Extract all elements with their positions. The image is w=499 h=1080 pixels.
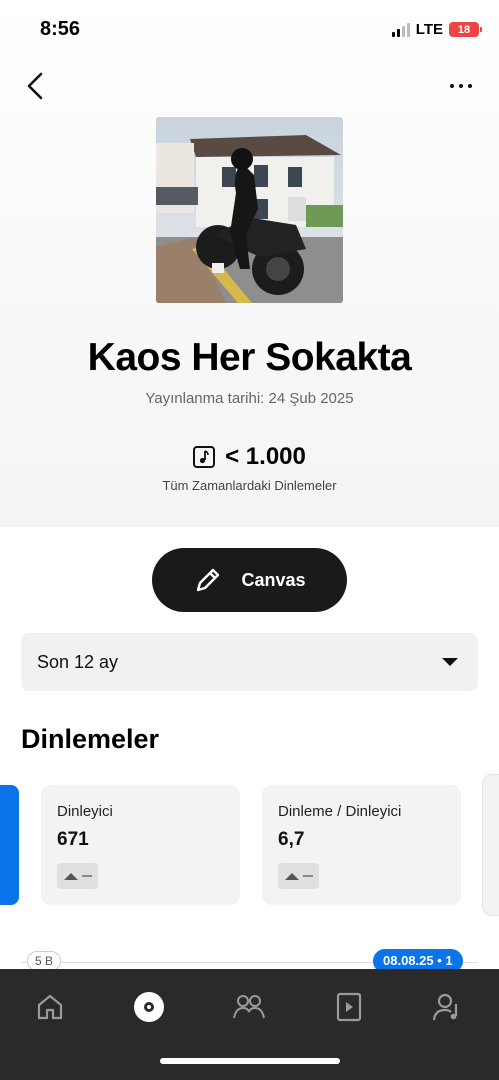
tab-music[interactable]	[129, 987, 169, 1027]
chart-y-label: 5 B	[27, 951, 62, 971]
more-horizontal-icon	[450, 84, 454, 88]
status-time: 8:56	[40, 18, 81, 40]
trend-badge	[57, 863, 98, 889]
track-title: Kaos Her Sokakta	[87, 336, 412, 379]
tab-audience[interactable]	[229, 987, 269, 1027]
network-type: LTE	[415, 21, 443, 38]
home-icon	[37, 994, 63, 1020]
track-cover-art	[156, 117, 343, 303]
stat-label: Dinleme / Dinleyici	[278, 803, 402, 820]
bottom-tab-bar	[0, 969, 499, 1080]
tab-home[interactable]	[30, 987, 70, 1027]
status-indicators: LTE 18	[391, 21, 482, 38]
signal-icon	[391, 22, 410, 37]
artist-profile-icon	[432, 993, 458, 1021]
chevron-left-icon	[27, 72, 43, 100]
time-range-value: Son 12 ay	[37, 651, 119, 672]
music-note-icon	[193, 446, 216, 468]
stat-card-listeners[interactable]: Dinleyici 671	[41, 785, 240, 905]
tab-artist-profile[interactable]	[428, 987, 468, 1027]
streams-value: < 1.000	[225, 443, 306, 470]
battery-icon: 18	[449, 22, 482, 37]
stat-value: 6,7	[278, 829, 305, 850]
trend-up-icon	[284, 872, 299, 880]
streams-label: Tüm Zamanlardaki Dinlemeler	[162, 478, 337, 493]
battery-level: 18	[457, 23, 471, 36]
more-options-button[interactable]	[445, 76, 477, 96]
stat-card-next[interactable]	[482, 774, 499, 916]
video-icon	[336, 992, 362, 1022]
stat-card-streams-per-listener[interactable]: Dinleme / Dinleyici 6,7	[262, 785, 461, 905]
release-date: Yayınlanma tarihi: 24 Şub 2025	[145, 390, 354, 407]
back-button[interactable]	[20, 68, 50, 104]
tab-video[interactable]	[329, 987, 369, 1027]
trend-up-icon	[63, 872, 78, 880]
stat-card-partial[interactable]	[0, 785, 19, 905]
music-icon	[134, 992, 164, 1022]
all-time-streams: < 1.000	[0, 443, 499, 471]
pencil-icon	[197, 568, 220, 592]
canvas-button-label: Canvas	[241, 569, 306, 590]
home-indicator	[160, 1058, 340, 1064]
trend-badge	[278, 863, 319, 889]
stat-value: 671	[57, 829, 89, 850]
audience-icon	[233, 995, 265, 1019]
stat-label: Dinleyici	[57, 803, 113, 820]
chevron-down-icon	[442, 658, 458, 666]
section-title: Dinlemeler	[21, 724, 160, 754]
canvas-button[interactable]: Canvas	[152, 548, 347, 612]
time-range-select[interactable]: Son 12 ay	[21, 633, 478, 691]
